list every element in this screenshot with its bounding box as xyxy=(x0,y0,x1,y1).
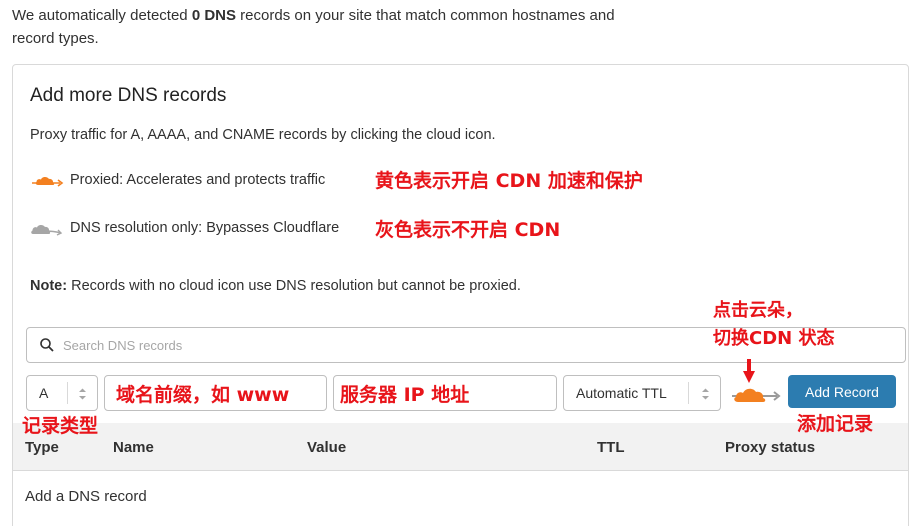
search-input[interactable] xyxy=(63,337,823,353)
empty-row-text: Add a DNS record xyxy=(25,488,147,505)
annotation-domain-prefix: 域名前缀，如 www xyxy=(116,384,290,406)
annotation-record-type: 记录类型 xyxy=(22,415,99,437)
orange-cloud-icon xyxy=(32,176,64,187)
legend-proxied: Proxied: Accelerates and protects traffi… xyxy=(30,170,325,190)
ttl-value: Automatic TTL xyxy=(576,385,667,401)
col-ttl: TTL xyxy=(597,439,625,456)
add-dns-panel: Add more DNS records Proxy traffic for A… xyxy=(12,64,909,526)
record-type-select[interactable]: A xyxy=(26,375,98,411)
annotation-grey-meaning: 灰色表示不开启 CDN xyxy=(375,219,561,241)
col-value: Value xyxy=(307,439,347,456)
table-header: Type Name Value TTL Proxy status xyxy=(13,423,908,471)
intro-text: We automatically detected 0 DNS records … xyxy=(12,7,615,47)
legend-proxied-label: Proxied: Accelerates and protects traffi… xyxy=(70,172,326,188)
up-down-stepper-icon xyxy=(79,388,86,400)
legend-dns-only-label: DNS resolution only: Bypasses Cloudflare xyxy=(70,220,340,236)
legend-dns-only: DNS resolution only: Bypasses Cloudflare xyxy=(30,218,339,238)
annotation-orange-meaning: 黄色表示开启 CDN 加速和保护 xyxy=(375,170,643,192)
panel-title: Add more DNS records xyxy=(30,85,227,106)
ttl-select[interactable]: Automatic TTL xyxy=(563,375,721,411)
record-type-value: A xyxy=(39,385,49,401)
col-type: Type xyxy=(25,439,59,456)
note-text: Note: Records with no cloud icon use DNS… xyxy=(30,278,521,294)
detected-count: 0 DNS xyxy=(191,7,237,24)
search-icon xyxy=(40,338,54,352)
col-proxy-status: Proxy status xyxy=(725,439,816,456)
up-down-stepper-icon xyxy=(702,388,709,400)
annotation-add-record: 添加记录 xyxy=(797,413,874,435)
red-arrow-icon xyxy=(743,359,755,383)
table-row: Add a DNS record xyxy=(13,472,908,522)
panel-description: Proxy traffic for A, AAAA, and CNAME rec… xyxy=(30,127,496,143)
proxy-cloud-toggle[interactable] xyxy=(729,381,783,405)
grey-cloud-icon xyxy=(31,224,63,236)
annotation-click-cloud: 点击云朵， 切换CDN 状态 xyxy=(713,300,835,349)
col-name: Name xyxy=(113,439,154,456)
add-record-button[interactable]: Add Record xyxy=(788,375,896,408)
annotation-server-ip: 服务器 IP 地址 xyxy=(340,384,470,406)
